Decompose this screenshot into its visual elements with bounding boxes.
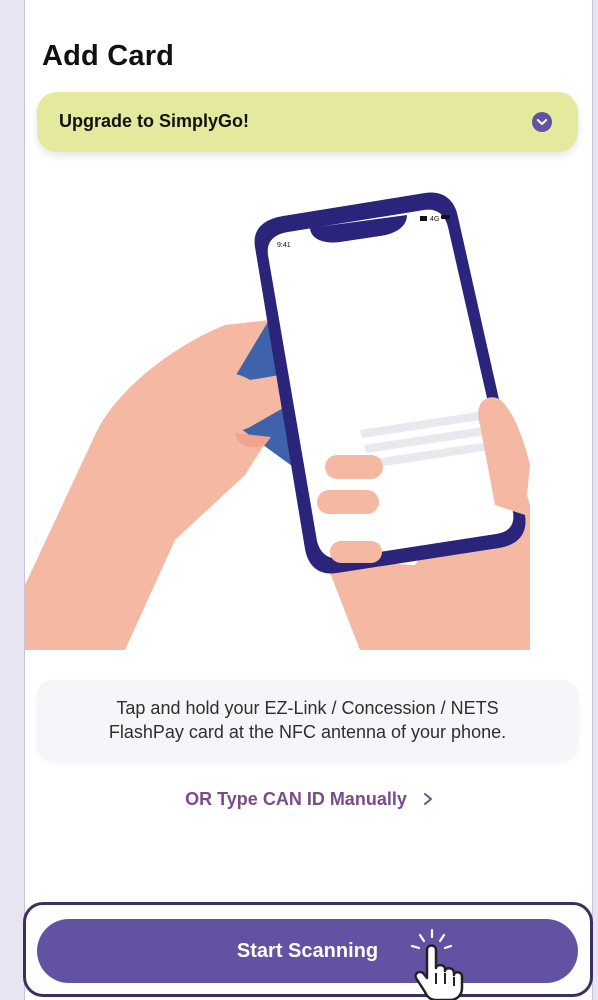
phone-device: 9:41 4G [254, 192, 526, 574]
chevron-right-icon [423, 793, 432, 805]
start-scanning-button[interactable]: Start Scanning [37, 919, 578, 983]
upgrade-banner[interactable]: Upgrade to SimplyGo! [37, 92, 578, 152]
type-can-id-manually-link[interactable]: OR Type CAN ID Manually [25, 789, 594, 810]
tap-hand-icon [410, 928, 464, 1000]
phone-status-network: 4G [430, 216, 439, 223]
manual-link-label: OR Type CAN ID Manually [185, 789, 407, 809]
phone-status-time: 9:41 [277, 242, 291, 249]
chevron-down-icon[interactable] [531, 111, 553, 133]
page-title: Add Card [42, 40, 175, 72]
app-screen: Add Card Upgrade to SimplyGo! 9:41 4G Ta… [24, 0, 593, 1000]
instruction-line-2: FlashPay card at the NFC antenna of your… [108, 722, 507, 742]
instruction-text: Tap and hold your EZ-Link / Concession /… [57, 696, 558, 744]
instruction-line-1: Tap and hold your EZ-Link / Concession /… [116, 698, 499, 718]
start-scanning-label: Start Scanning [236, 940, 379, 962]
nfc-scan-illustration: 9:41 4G [25, 192, 530, 650]
instruction-card: Tap and hold your EZ-Link / Concession /… [37, 680, 578, 760]
upgrade-banner-label: Upgrade to SimplyGo! [59, 111, 250, 131]
